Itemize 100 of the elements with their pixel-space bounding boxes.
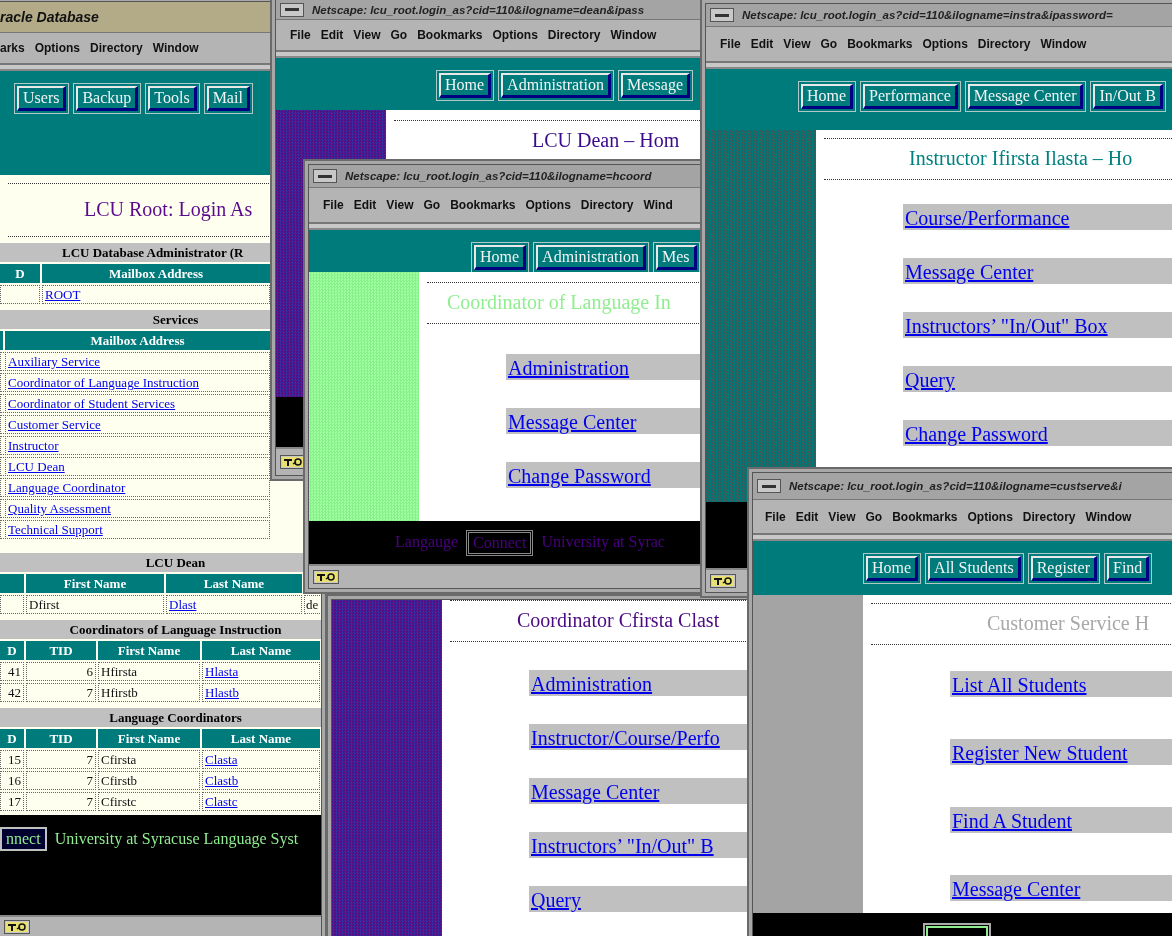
nav-button[interactable]: Administration bbox=[536, 245, 646, 270]
nav-button[interactable]: Mail bbox=[206, 86, 250, 111]
page-link[interactable]: Administration bbox=[506, 356, 630, 380]
nav-button[interactable]: Message bbox=[621, 73, 690, 98]
nav-button[interactable]: Tools bbox=[148, 86, 197, 111]
page-link[interactable]: Instructors’ "In/Out" B bbox=[529, 834, 714, 858]
table-cell: Cfirstc bbox=[98, 792, 200, 811]
menu-item[interactable]: Window bbox=[1085, 509, 1132, 524]
cell-link[interactable]: Clastc bbox=[205, 794, 238, 809]
cell-link[interactable]: Clasta bbox=[205, 752, 238, 767]
key-icon[interactable] bbox=[4, 919, 30, 934]
nav-button[interactable]: Message Center bbox=[967, 84, 1084, 109]
menu-item[interactable]: Bookmarks bbox=[847, 37, 913, 51]
menu-item[interactable]: Options bbox=[967, 509, 1013, 524]
menu-item[interactable]: Go bbox=[865, 509, 883, 524]
menu-item[interactable]: Window bbox=[1040, 37, 1087, 51]
nav-button[interactable]: Backup bbox=[76, 86, 139, 111]
menu-item[interactable]: View bbox=[783, 37, 811, 51]
nav-button[interactable]: Mes bbox=[656, 245, 697, 270]
menu-item[interactable]: Bookmarks bbox=[450, 198, 516, 212]
table-cell: 7 bbox=[26, 683, 96, 702]
page-link[interactable]: Query bbox=[529, 888, 581, 912]
nav-button[interactable]: Home bbox=[801, 84, 854, 109]
footer-text: University at Syrac bbox=[541, 532, 665, 553]
menu-item[interactable]: Edit bbox=[750, 37, 774, 51]
window-menu-button[interactable] bbox=[313, 169, 337, 183]
cell-link[interactable]: ROOT bbox=[45, 287, 81, 302]
page-link[interactable]: Message Center bbox=[903, 260, 1034, 284]
page-link[interactable]: Find A Student bbox=[950, 809, 1073, 833]
menu-item[interactable]: Bookmarks bbox=[892, 509, 958, 524]
page-link[interactable]: Change Password bbox=[903, 422, 1048, 446]
page-link[interactable]: Change Password bbox=[506, 464, 651, 488]
nav-button[interactable]: Users bbox=[17, 86, 67, 111]
menu-item[interactable]: Edit bbox=[320, 28, 344, 42]
nav-button[interactable]: Home bbox=[474, 245, 527, 270]
cell-link[interactable]: Clastb bbox=[205, 773, 239, 788]
cell-link[interactable]: LCU Dean bbox=[8, 459, 65, 474]
menu-item[interactable]: arks bbox=[0, 41, 25, 55]
menu-item[interactable]: View bbox=[353, 28, 381, 42]
cell-link[interactable]: Customer Service bbox=[8, 417, 101, 432]
window-menu-button[interactable] bbox=[757, 479, 781, 493]
nav-button[interactable]: Administration bbox=[501, 73, 611, 98]
connect-button[interactable]: nnect bbox=[0, 827, 47, 851]
cell-link[interactable]: Auxiliary Service bbox=[8, 354, 101, 369]
menu-item[interactable]: Directory bbox=[580, 198, 634, 212]
page-link[interactable]: Instructors’ "In/Out" Box bbox=[903, 314, 1108, 338]
cell-link[interactable]: Technical Support bbox=[8, 522, 103, 537]
menu-item[interactable]: Wind bbox=[643, 198, 673, 212]
window-menu-button[interactable] bbox=[710, 8, 734, 22]
menu-item[interactable]: File bbox=[720, 37, 741, 51]
menu-item[interactable]: Window bbox=[610, 28, 657, 42]
cell-link[interactable]: Language Coordinator bbox=[8, 480, 126, 495]
menu-item[interactable]: Options bbox=[525, 198, 571, 212]
cell-link[interactable]: Coordinator of Language Instruction bbox=[8, 375, 199, 390]
nav-button[interactable]: Performance bbox=[863, 84, 958, 109]
window-menu-button[interactable] bbox=[280, 2, 304, 17]
menu-item[interactable]: Go bbox=[820, 37, 838, 51]
cell-link[interactable]: Instructor bbox=[8, 438, 59, 453]
menu-item[interactable]: Directory bbox=[977, 37, 1031, 51]
column-header: D bbox=[0, 729, 24, 748]
menu-item[interactable]: Options bbox=[492, 28, 538, 42]
menu-item[interactable]: Edit bbox=[795, 509, 819, 524]
cell-link[interactable]: Hlasta bbox=[205, 664, 239, 679]
nav-button[interactable]: Find bbox=[1107, 556, 1150, 581]
menu-item[interactable]: Edit bbox=[353, 198, 377, 212]
menu-item[interactable]: Options bbox=[922, 37, 968, 51]
page-link[interactable]: Instructor/Course/Perfo bbox=[529, 726, 720, 750]
key-icon[interactable] bbox=[280, 455, 306, 469]
nav-button[interactable]: In/Out B bbox=[1093, 84, 1163, 109]
page-link[interactable]: List All Students bbox=[950, 673, 1087, 697]
cell-link[interactable]: Dlast bbox=[169, 597, 197, 612]
menu-item[interactable]: Window bbox=[152, 41, 199, 55]
menu-item[interactable]: View bbox=[386, 198, 414, 212]
page-link[interactable]: Message Center bbox=[529, 780, 660, 804]
key-icon[interactable] bbox=[710, 574, 736, 588]
page-link[interactable]: Course/Performance bbox=[903, 206, 1070, 230]
menu-item[interactable]: Directory bbox=[547, 28, 601, 42]
cell-link[interactable]: Hlastb bbox=[205, 685, 239, 700]
page-link[interactable]: Register New Student bbox=[950, 741, 1128, 765]
nav-button[interactable]: Register bbox=[1030, 556, 1097, 581]
nav-button[interactable]: Home bbox=[866, 556, 919, 581]
menu-item[interactable]: File bbox=[765, 509, 786, 524]
cell-link[interactable]: Coordinator of Student Services bbox=[8, 396, 176, 411]
nav-button[interactable]: Home bbox=[439, 73, 492, 98]
key-icon[interactable] bbox=[313, 570, 339, 584]
menu-item[interactable]: File bbox=[323, 198, 344, 212]
menu-item[interactable]: View bbox=[828, 509, 856, 524]
menu-item[interactable]: Options bbox=[34, 41, 81, 55]
page-link[interactable]: Query bbox=[903, 368, 955, 392]
menu-item[interactable]: Directory bbox=[90, 41, 143, 55]
page-link[interactable]: Administration bbox=[529, 672, 653, 696]
page-link[interactable]: Message Center bbox=[950, 877, 1081, 901]
menu-item[interactable]: Go bbox=[423, 198, 441, 212]
page-link[interactable]: Message Center bbox=[506, 410, 637, 434]
menu-item[interactable]: Go bbox=[390, 28, 408, 42]
menu-item[interactable]: File bbox=[290, 28, 311, 42]
nav-button[interactable]: All Students bbox=[928, 556, 1021, 581]
cell-link[interactable]: Quality Assessment bbox=[8, 501, 111, 516]
menu-item[interactable]: Bookmarks bbox=[417, 28, 483, 42]
menu-item[interactable]: Directory bbox=[1022, 509, 1076, 524]
